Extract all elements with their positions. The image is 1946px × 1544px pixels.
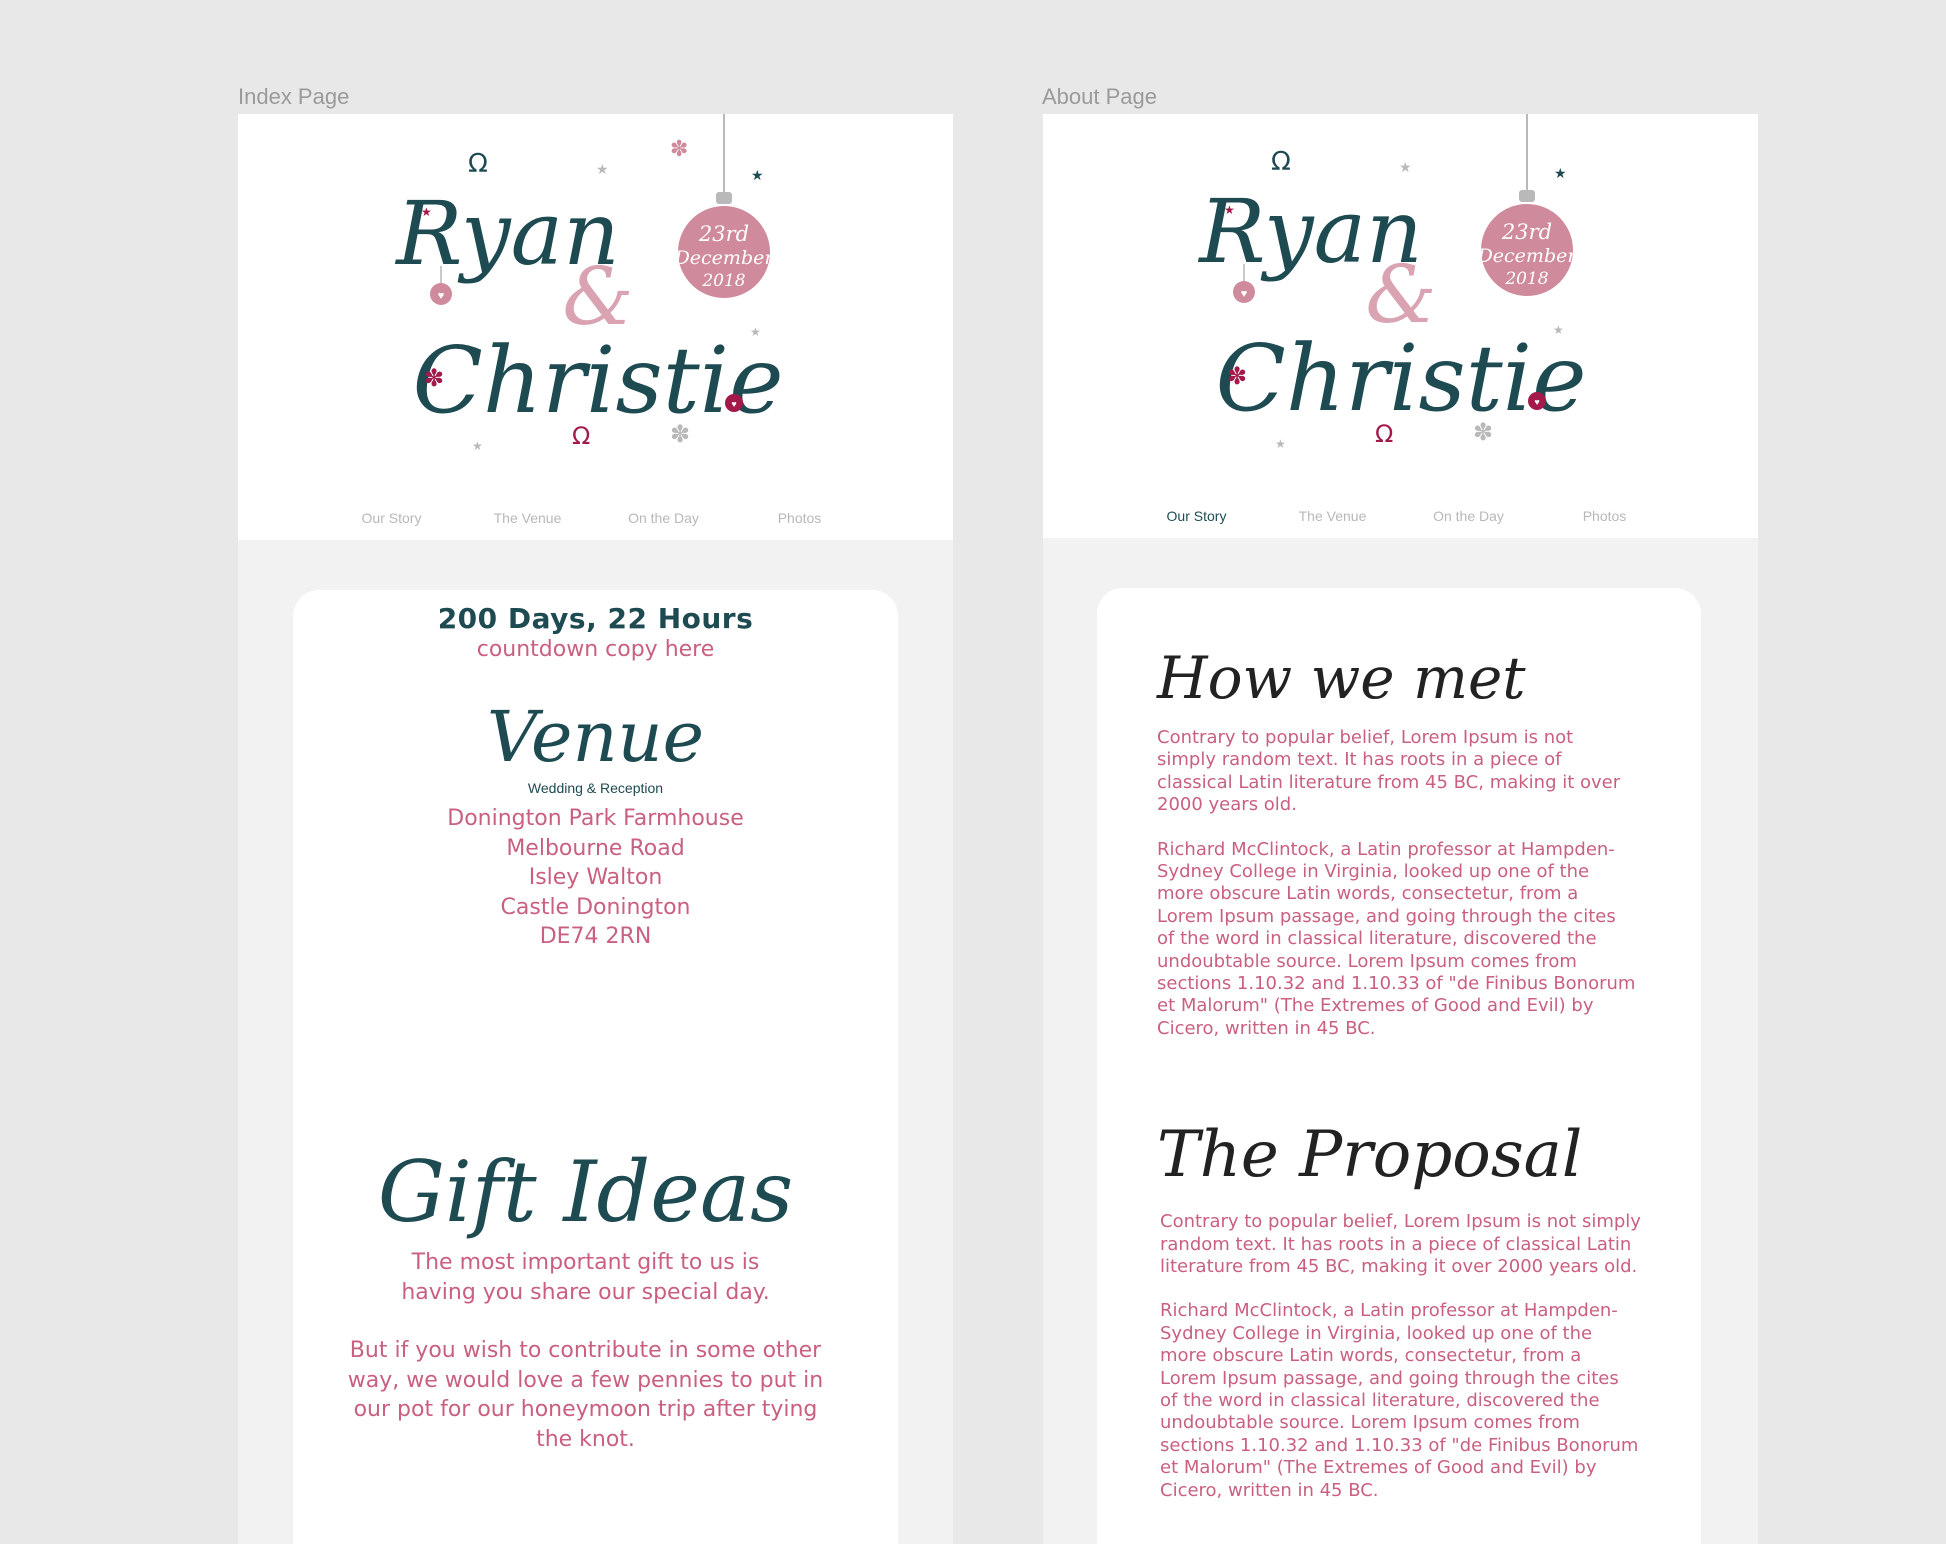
address-line: DE74 2RN bbox=[539, 924, 652, 949]
date-month: December bbox=[1477, 245, 1579, 267]
star-icon: ★ bbox=[1399, 159, 1412, 175]
flower-icon: ✽ bbox=[424, 365, 444, 392]
star-icon: ★ bbox=[1553, 323, 1564, 337]
horseshoe-icon: Ω bbox=[1271, 147, 1291, 177]
address-line: Castle Donington bbox=[500, 894, 691, 920]
nav-the-venue[interactable]: The Venue bbox=[460, 510, 596, 526]
heart-icon: ♥ bbox=[1534, 397, 1539, 407]
about-content-card: How we met Contrary to popular belief, L… bbox=[1097, 588, 1701, 1544]
star-icon: ★ bbox=[1275, 437, 1286, 451]
nav-our-story[interactable]: Our Story bbox=[1129, 508, 1265, 524]
about-nav: Our Story The Venue On the Day Photos bbox=[1043, 508, 1758, 524]
wedding-logo: 23rd December 2018 Ryan & Christie ♥ ♥ Ω… bbox=[1197, 114, 1587, 451]
about-page-label: About Page bbox=[1042, 84, 1157, 109]
story-paragraph: Contrary to popular belief, Lorem Ipsum … bbox=[1160, 1211, 1641, 1277]
proposal-heading: The Proposal bbox=[1157, 1118, 1583, 1192]
address-line: Donington Park Farmhouse bbox=[447, 806, 744, 831]
address-line: Isley Walton bbox=[528, 865, 663, 890]
star-icon: ★ bbox=[421, 205, 432, 219]
heart-icon: ♥ bbox=[1241, 288, 1248, 300]
about-page: 23rd December 2018 Ryan & Christie ♥ ♥ Ω… bbox=[1043, 114, 1758, 1544]
flower-icon: ✽ bbox=[1227, 363, 1247, 390]
name-christie: Christie bbox=[412, 327, 783, 434]
star-icon: ★ bbox=[751, 167, 764, 183]
story-paragraph: Richard McClintock, a Latin professor at… bbox=[1157, 838, 1636, 1039]
venue-subheading: Wedding & Reception bbox=[527, 780, 664, 796]
gift-paragraph-2: But if you wish to contribute in some ot… bbox=[347, 1338, 824, 1452]
star-icon: ★ bbox=[472, 439, 483, 453]
star-icon: ★ bbox=[596, 161, 609, 177]
flower-icon: ✽ bbox=[670, 421, 690, 448]
date-day: 23rd bbox=[698, 222, 749, 246]
index-nav: Our Story The Venue On the Day Photos bbox=[238, 510, 953, 526]
nav-photos[interactable]: Photos bbox=[732, 510, 868, 526]
heart-icon: ♥ bbox=[731, 399, 736, 409]
nav-the-venue[interactable]: The Venue bbox=[1265, 508, 1401, 524]
rsvp-heading: rsvp bbox=[293, 1515, 898, 1544]
star-icon: ★ bbox=[1554, 165, 1567, 181]
horseshoe-icon: Ω bbox=[1375, 420, 1393, 448]
flower-icon: ✽ bbox=[670, 136, 688, 161]
index-content-card: 200 Days, 22 Hours countdown copy here V… bbox=[293, 590, 898, 1544]
countdown-timer: 200 Days, 22 Hours bbox=[437, 602, 754, 635]
index-page: 23rd December 2018 Ryan & Christie ♥ ♥ Ω… bbox=[238, 114, 953, 1544]
story-paragraph: Richard McClintock, a Latin professor at… bbox=[1160, 1300, 1639, 1501]
wedding-logo: 23rd December 2018 Ryan & Christie ♥ ♥ Ω… bbox=[394, 114, 784, 453]
date-day: 23rd bbox=[1501, 220, 1552, 244]
story-paragraph: Contrary to popular belief, Lorem Ipsum … bbox=[1157, 726, 1621, 816]
horseshoe-icon: Ω bbox=[572, 422, 590, 450]
countdown-copy: countdown copy here bbox=[476, 637, 715, 662]
venue-section: Venue Wedding & Reception Donington Park… bbox=[293, 702, 898, 952]
venue-heading: Venue bbox=[486, 696, 705, 778]
index-header: 23rd December 2018 Ryan & Christie ♥ ♥ Ω… bbox=[238, 114, 953, 540]
date-year: 2018 bbox=[1504, 269, 1548, 289]
date-month: December bbox=[674, 247, 776, 269]
index-page-label: Index Page bbox=[238, 84, 350, 109]
date-year: 2018 bbox=[701, 271, 745, 291]
gift-paragraph-1: The most important gift to us is having … bbox=[401, 1250, 770, 1305]
nav-our-story[interactable]: Our Story bbox=[324, 510, 460, 526]
name-christie: Christie bbox=[1215, 325, 1586, 432]
flower-icon: ✽ bbox=[1473, 419, 1493, 446]
nav-on-the-day[interactable]: On the Day bbox=[596, 510, 732, 526]
story-section-how-we-met: How we met Contrary to popular belief, L… bbox=[1157, 648, 1637, 1040]
about-header: 23rd December 2018 Ryan & Christie ♥ ♥ Ω… bbox=[1043, 114, 1758, 538]
nav-on-the-day[interactable]: On the Day bbox=[1401, 508, 1537, 524]
nav-photos[interactable]: Photos bbox=[1537, 508, 1673, 524]
star-icon: ★ bbox=[1224, 203, 1235, 217]
gift-section: Gift Ideas The most important gift to us… bbox=[333, 1150, 838, 1454]
how-we-met-heading: How we met bbox=[1157, 644, 1526, 712]
story-section-proposal: The Proposal Contrary to popular belief,… bbox=[1157, 1118, 1641, 1502]
bauble-cap bbox=[716, 192, 732, 204]
gift-heading: Gift Ideas bbox=[377, 1143, 794, 1241]
bauble-cap bbox=[1519, 190, 1535, 202]
heart-icon: ♥ bbox=[438, 290, 445, 302]
star-icon: ★ bbox=[750, 325, 761, 339]
horseshoe-icon: Ω bbox=[468, 149, 488, 179]
address-line: Melbourne Road bbox=[506, 835, 685, 861]
